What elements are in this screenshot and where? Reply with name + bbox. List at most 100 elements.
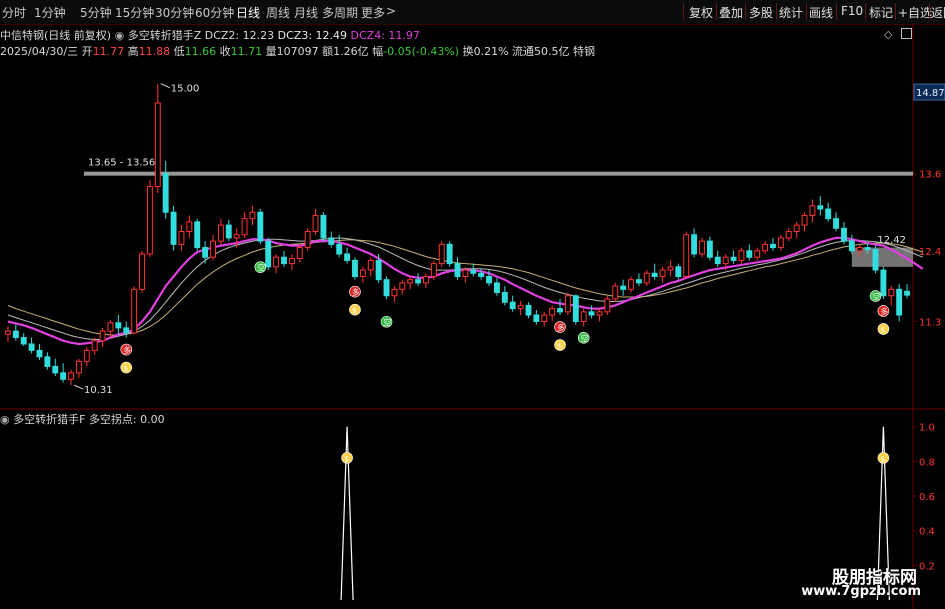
candle-body	[296, 247, 303, 259]
watermark-url: www.7gpzb.com	[801, 584, 921, 599]
lower-panel-title[interactable]: 多空转折猎手F	[13, 413, 85, 426]
candle-body	[628, 279, 634, 290]
sub-y-tick-label: 0.8	[919, 457, 935, 468]
sell-signal-icon-glyph: 空	[872, 292, 880, 302]
candle-body	[391, 288, 398, 297]
candle-body	[699, 240, 705, 255]
lower-panel-value: 多空拐点: 0.00	[88, 413, 165, 426]
sell-signal-icon-glyph: 空	[257, 263, 265, 273]
candle-body	[44, 356, 51, 367]
candle-body	[139, 253, 145, 290]
lower-panel-header: ◉ 多空转折猎手F 多空拐点: 0.00	[0, 411, 165, 427]
candle-body	[344, 253, 351, 261]
max-pointer	[160, 83, 170, 89]
candle-body	[454, 263, 461, 277]
candle-body	[770, 243, 776, 249]
min-label: 10.31	[84, 385, 113, 396]
candle-body	[352, 259, 358, 277]
candle-body	[446, 243, 453, 265]
candle-body	[383, 279, 390, 297]
candle-body	[667, 266, 674, 271]
candle-body	[423, 275, 429, 284]
candle-body	[249, 211, 256, 220]
candle-body	[233, 234, 240, 239]
candle-body	[367, 259, 374, 271]
candle-body	[478, 272, 485, 277]
candle-body	[533, 314, 540, 322]
buy-signal-icon-glyph: 多	[123, 345, 131, 355]
min-pointer	[73, 384, 84, 390]
candle-body	[746, 250, 753, 258]
candle-body	[817, 205, 824, 210]
candle-body	[375, 259, 382, 281]
range-label: 13.65 - 13.56	[88, 158, 155, 169]
candle-body	[210, 240, 216, 258]
candle-body	[620, 285, 627, 290]
candle-body	[438, 243, 445, 265]
candle-body	[872, 248, 879, 271]
ma-white-line	[7, 237, 923, 340]
money-bag-icon-glyph: $	[352, 306, 357, 315]
sub-y-tick-label: 0.6	[919, 492, 935, 503]
sub-y-tick-label: 0.4	[919, 527, 935, 538]
price-tag-label: 14.87	[916, 88, 945, 99]
candle-body	[580, 311, 587, 322]
candle-body	[557, 308, 563, 313]
candle-body	[604, 298, 611, 313]
candle-body	[162, 173, 169, 213]
candle-body	[304, 231, 311, 249]
candle-body	[288, 257, 295, 265]
candle-body	[856, 247, 863, 252]
candle-body	[217, 224, 224, 242]
candle-body	[754, 250, 761, 258]
candle-body	[202, 247, 209, 258]
candle-body	[320, 214, 327, 239]
candle-body	[714, 256, 721, 265]
candle-body	[675, 266, 682, 277]
candle-body	[564, 295, 571, 313]
candle-body	[896, 288, 903, 316]
candle-body	[793, 224, 800, 233]
candle-body	[809, 205, 816, 216]
candle-body	[399, 282, 406, 290]
candle-body	[762, 243, 769, 252]
candle-body	[541, 314, 548, 322]
candle-body	[462, 269, 469, 277]
kline-chart[interactable]: 13.612.411.314.8713.65 - 13.5615.0010.31…	[0, 0, 945, 609]
diamond-icon[interactable]: ◇	[884, 28, 892, 41]
candle-body	[612, 285, 619, 300]
candle-body	[825, 208, 832, 220]
ma-purple-line	[7, 236, 924, 346]
buy-signal-icon-glyph: 多	[880, 306, 888, 316]
candle-body	[115, 322, 122, 329]
candle-body	[706, 240, 713, 258]
candle-body	[257, 211, 264, 242]
gear-icon[interactable]: ◉	[0, 413, 10, 426]
candle-body	[60, 372, 67, 380]
candle-body	[154, 102, 161, 188]
candle-body	[904, 290, 911, 296]
money-bag-icon-glyph: $	[344, 454, 349, 463]
candle-body	[864, 247, 871, 250]
candle-body	[83, 349, 90, 362]
candle-body	[572, 295, 579, 322]
candle-body	[328, 237, 335, 245]
candle-body	[68, 372, 74, 380]
candle-body	[683, 234, 690, 277]
candle-body	[312, 214, 319, 232]
ma-yellow-line	[7, 239, 923, 336]
candle-body	[178, 231, 185, 245]
candle-body	[28, 343, 35, 351]
candle-body	[848, 240, 855, 252]
candle-body	[493, 282, 500, 294]
candle-body	[501, 292, 508, 303]
candle-body	[52, 365, 59, 374]
window-icon[interactable]	[901, 28, 912, 39]
candle-body	[643, 272, 650, 284]
candle-body	[415, 279, 422, 284]
candle-body	[241, 218, 248, 236]
candle-body	[833, 218, 840, 229]
candle-body	[265, 240, 272, 268]
candle-body	[281, 256, 287, 265]
candle-body	[691, 234, 698, 255]
